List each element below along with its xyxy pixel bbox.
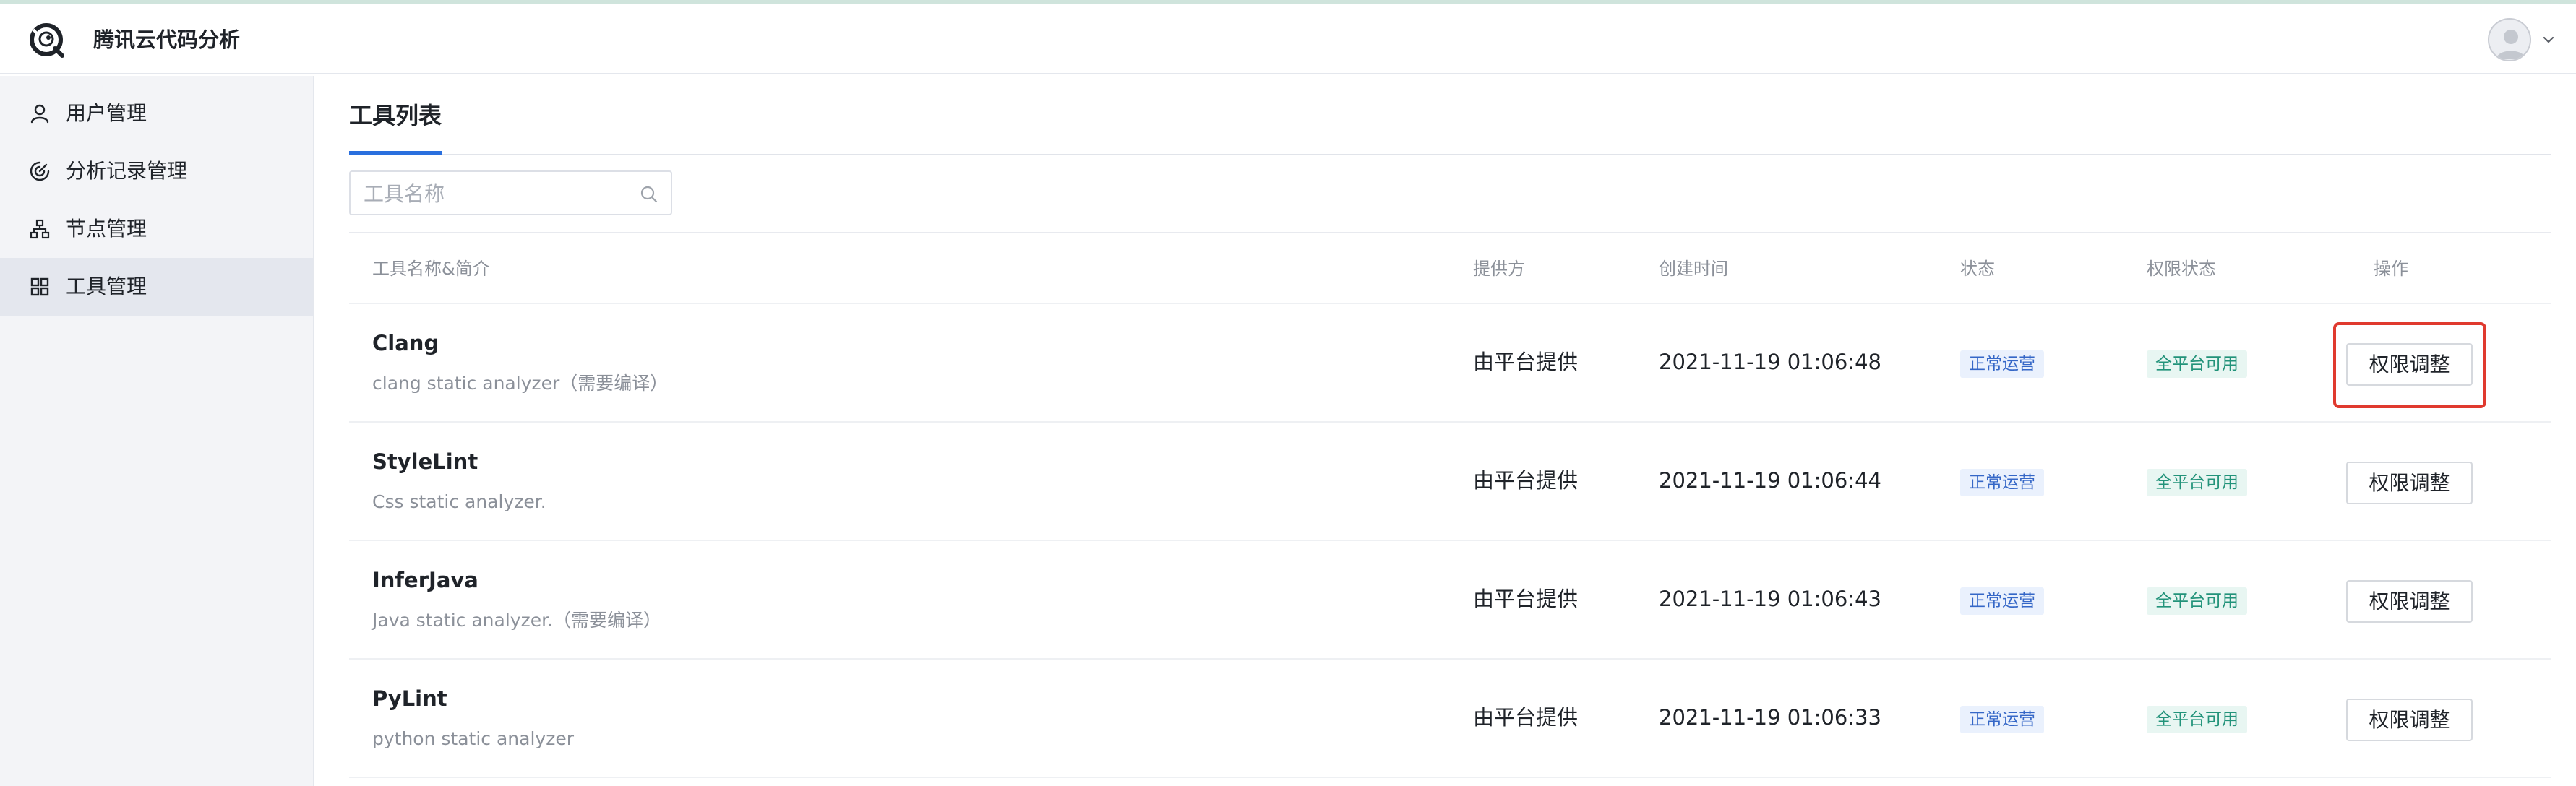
- search-icon[interactable]: [639, 184, 659, 204]
- tencent-cloud-logo-icon[interactable]: [26, 20, 66, 60]
- search-box[interactable]: [349, 170, 672, 215]
- provider-cell: 由平台提供: [1473, 468, 1579, 493]
- permission-badge: 全平台可用: [2147, 350, 2247, 378]
- sidebar-item-node-management[interactable]: 节点管理: [0, 200, 313, 258]
- user-menu[interactable]: [2488, 18, 2556, 61]
- tool-description: clang static analyzer（需要编译）: [372, 373, 669, 394]
- avatar-user-icon: [2496, 30, 2525, 59]
- tab-tool-list[interactable]: 工具列表: [349, 100, 442, 131]
- table-row: StyleLint Css static analyzer. 由平台提供 202…: [349, 423, 2551, 541]
- grid-icon: [30, 277, 49, 296]
- app-title: 腾讯云代码分析: [93, 27, 241, 52]
- tool-description: Java static analyzer.（需要编译）: [372, 610, 662, 631]
- sidebar: 用户管理 分析记录管理 节点管理 工具管理: [0, 76, 314, 786]
- avatar[interactable]: [2488, 18, 2531, 61]
- created-time-cell: 2021-11-19 01:06:44: [1659, 468, 1881, 493]
- column-header-permission: 权限状态: [2147, 259, 2216, 279]
- analysis-record-icon: [30, 161, 50, 181]
- created-time-cell: 2021-11-19 01:06:33: [1659, 705, 1881, 730]
- active-tab-indicator: [349, 151, 442, 155]
- status-badge: 正常运营: [1960, 469, 2044, 496]
- provider-cell: 由平台提供: [1473, 705, 1579, 730]
- adjust-permission-button[interactable]: 权限调整: [2346, 462, 2473, 504]
- node-icon: [30, 219, 50, 239]
- permission-badge: 全平台可用: [2147, 587, 2247, 615]
- sidebar-item-analysis-records[interactable]: 分析记录管理: [0, 142, 313, 200]
- table-row: InferJava Java static analyzer.（需要编译） 由平…: [349, 541, 2551, 660]
- sidebar-item-label: 用户管理: [66, 101, 147, 125]
- tool-name: PyLint: [372, 686, 447, 711]
- adjust-permission-button[interactable]: 权限调整: [2346, 580, 2473, 623]
- table-row: Clang clang static analyzer（需要编译） 由平台提供 …: [349, 304, 2551, 423]
- column-header-status: 状态: [1960, 259, 1995, 279]
- column-header-created: 创建时间: [1659, 259, 1728, 279]
- column-header-name: 工具名称&简介: [372, 259, 490, 279]
- sidebar-item-label: 节点管理: [66, 217, 147, 241]
- sidebar-item-user-management[interactable]: 用户管理: [0, 85, 313, 142]
- status-badge: 正常运营: [1960, 587, 2044, 615]
- column-header-provider: 提供方: [1473, 259, 1525, 279]
- tool-description: Css static analyzer.: [372, 491, 546, 512]
- table-header: 工具名称&简介 提供方 创建时间 状态 权限状态 操作: [349, 232, 2551, 304]
- created-time-cell: 2021-11-19 01:06:48: [1659, 350, 1881, 374]
- permission-badge: 全平台可用: [2147, 469, 2247, 496]
- created-time-cell: 2021-11-19 01:06:43: [1659, 587, 1881, 611]
- top-header: 腾讯云代码分析: [0, 4, 2576, 74]
- provider-cell: 由平台提供: [1473, 350, 1579, 374]
- column-header-action: 操作: [2374, 259, 2408, 279]
- tool-description: python static analyzer: [372, 728, 574, 749]
- status-badge: 正常运营: [1960, 706, 2044, 733]
- chevron-down-icon[interactable]: [2541, 33, 2556, 47]
- sidebar-item-tool-management[interactable]: 工具管理: [0, 258, 313, 316]
- tab-bar: 工具列表: [349, 76, 2551, 155]
- tool-name: StyleLint: [372, 449, 478, 474]
- main-content: 工具列表 工具名称&简介 提供方 创建时间 状态 权限状态 操作 Clang c…: [316, 76, 2576, 786]
- provider-cell: 由平台提供: [1473, 587, 1579, 611]
- tool-name: Clang: [372, 331, 439, 355]
- adjust-permission-button[interactable]: 权限调整: [2346, 343, 2473, 386]
- table-row: PyLint python static analyzer 由平台提供 2021…: [349, 660, 2551, 778]
- adjust-permission-button[interactable]: 权限调整: [2346, 699, 2473, 741]
- search-input[interactable]: [364, 178, 631, 210]
- status-badge: 正常运营: [1960, 350, 2044, 378]
- sidebar-item-label: 分析记录管理: [66, 159, 188, 183]
- permission-badge: 全平台可用: [2147, 706, 2247, 733]
- user-icon: [30, 104, 49, 124]
- tool-name: InferJava: [372, 568, 478, 592]
- sidebar-item-label: 工具管理: [66, 275, 147, 298]
